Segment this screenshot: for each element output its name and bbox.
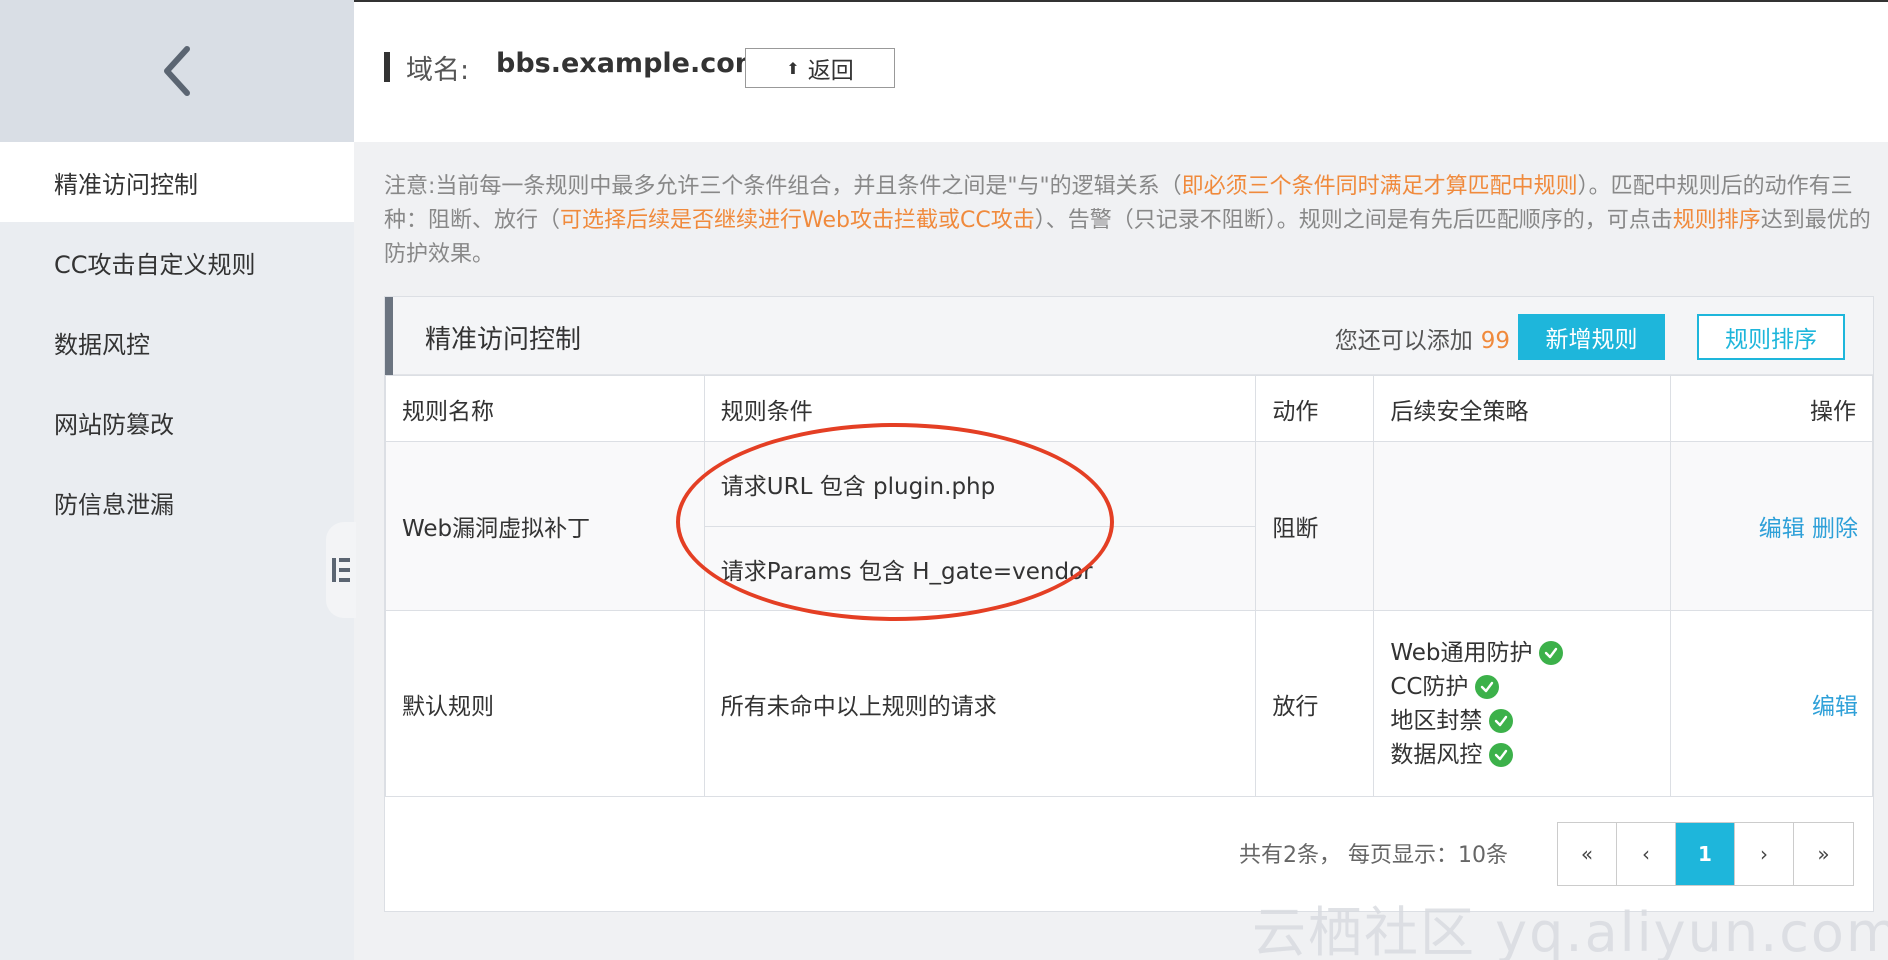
rule-operations-cell: 编辑 xyxy=(1670,610,1873,797)
check-circle-icon xyxy=(1539,640,1564,665)
policy-item: Web通用防护 xyxy=(1390,636,1670,670)
page-header: 域名: bbs.example.com ⬆ 返回 xyxy=(354,2,1888,142)
sort-rules-button[interactable]: 规则排序 xyxy=(1697,314,1845,360)
table-header-row: 规则名称 规则条件 动作 后续安全策略 操作 xyxy=(385,375,1873,442)
policy-list: Web通用防护 CC防护 地区封禁 数据风控 xyxy=(1390,636,1670,772)
edit-link[interactable]: 编辑 xyxy=(1812,694,1858,720)
add-rule-button[interactable]: 新增规则 xyxy=(1518,314,1665,360)
sidebar-item-label: CC攻击自定义规则 xyxy=(54,250,256,279)
panel-accent-bar xyxy=(385,297,393,375)
column-header-rule-name: 规则名称 xyxy=(385,375,705,442)
rule-policy-cell xyxy=(1373,441,1672,611)
pagination-next-button[interactable]: › xyxy=(1735,823,1794,885)
sidebar-item-precise-access-control[interactable]: 精准访问控制 xyxy=(0,142,354,222)
sidebar-item-label: 精准访问控制 xyxy=(54,170,198,199)
rule-action-cell: 放行 xyxy=(1255,610,1375,797)
rule-conditions-cell: 请求URL 包含 plugin.php 请求Params 包含 H_gate=v… xyxy=(703,441,1257,611)
rules-table: 规则名称 规则条件 动作 后续安全策略 操作 Web漏洞虚拟补丁 请求URL 包… xyxy=(385,375,1873,797)
header-accent-bar xyxy=(384,52,390,82)
policy-label: CC防护 xyxy=(1390,673,1469,700)
notice-highlight-1: 即必须三个条件同时满足才算匹配中规则 xyxy=(1181,174,1578,199)
column-header-conditions: 规则条件 xyxy=(703,375,1257,442)
sidebar-item-label: 网站防篡改 xyxy=(54,410,174,439)
quota-number: 99 xyxy=(1480,328,1510,354)
sidebar: 精准访问控制 CC攻击自定义规则 数据风控 网站防篡改 防信息泄漏 xyxy=(0,0,356,960)
policy-item: CC防护 xyxy=(1390,670,1670,704)
column-header-operations: 操作 xyxy=(1670,375,1873,442)
column-header-action: 动作 xyxy=(1255,375,1375,442)
check-circle-icon xyxy=(1489,742,1514,767)
pagination-page-button[interactable]: 1 xyxy=(1676,823,1735,885)
notice-highlight-2: 可选择后续是否继续进行Web攻击拦截或CC攻击 xyxy=(560,208,1035,233)
sidebar-collapse-button[interactable] xyxy=(326,522,356,618)
edit-link[interactable]: 编辑 xyxy=(1759,516,1805,542)
chevron-left-icon[interactable] xyxy=(157,41,197,101)
notice-part-1: 注意:当前每一条规则中最多允许三个条件组合，并且条件之间是"与"的逻辑关系（ xyxy=(384,174,1182,199)
policy-label: 数据风控 xyxy=(1390,741,1483,768)
rule-policy-cell: Web通用防护 CC防护 地区封禁 数据风控 xyxy=(1373,610,1672,797)
domain-value: bbs.example.com xyxy=(496,48,763,79)
rule-sort-link[interactable]: 规则排序 xyxy=(1673,208,1761,233)
panel-title: 精准访问控制 xyxy=(425,325,582,355)
rule-name-cell: Web漏洞虚拟补丁 xyxy=(385,441,705,611)
upload-icon: ⬆ xyxy=(786,58,800,78)
sidebar-header xyxy=(0,0,354,142)
rule-operations-cell: 编辑 删除 xyxy=(1670,441,1873,611)
collapse-icon xyxy=(332,558,350,582)
policy-label: 地区封禁 xyxy=(1390,707,1483,734)
table-row: 默认规则 所有未命中以上规则的请求 放行 Web通用防护 CC防护 地区封禁 数… xyxy=(385,610,1873,797)
check-circle-icon xyxy=(1475,674,1500,699)
sidebar-item-anti-tamper[interactable]: 网站防篡改 xyxy=(0,382,354,462)
pagination-info: 共有2条， 每页显示：10条 xyxy=(1239,843,1508,868)
notice-part-3: ）、告警（只记录不阻断）。规则之间是有先后匹配顺序的，可点击 xyxy=(1034,208,1673,233)
rule-conditions-cell: 所有未命中以上规则的请求 xyxy=(703,610,1257,797)
sidebar-item-anti-leak[interactable]: 防信息泄漏 xyxy=(0,462,354,542)
sidebar-item-label: 数据风控 xyxy=(54,330,150,359)
pagination-first-button[interactable]: « xyxy=(1558,823,1617,885)
sidebar-item-cc-custom-rules[interactable]: CC攻击自定义规则 xyxy=(0,222,354,302)
quota-text: 您还可以添加99条 xyxy=(1335,321,1541,355)
notice-text: 注意:当前每一条规则中最多允许三个条件组合，并且条件之间是"与"的逻辑关系（即必… xyxy=(384,170,1874,272)
panel-header: 精准访问控制 您还可以添加99条 新增规则 规则排序 xyxy=(385,297,1873,375)
pagination-prev-button[interactable]: ‹ xyxy=(1617,823,1676,885)
rule-action-cell: 阻断 xyxy=(1255,441,1375,611)
policy-label: Web通用防护 xyxy=(1390,639,1533,666)
domain-label: 域名: xyxy=(406,55,470,86)
check-circle-icon xyxy=(1489,708,1514,733)
quota-prefix: 您还可以添加 xyxy=(1334,328,1473,354)
back-button-label: 返回 xyxy=(807,58,854,84)
pagination: « ‹ 1 › » xyxy=(1557,822,1854,886)
pagination-last-button[interactable]: » xyxy=(1794,823,1853,885)
sidebar-item-data-risk-control[interactable]: 数据风控 xyxy=(0,302,354,382)
policy-item: 地区封禁 xyxy=(1390,704,1670,738)
rule-condition: 请求URL 包含 plugin.php xyxy=(720,474,996,500)
sidebar-item-label: 防信息泄漏 xyxy=(54,490,174,519)
column-header-policy: 后续安全策略 xyxy=(1373,375,1672,442)
table-row: Web漏洞虚拟补丁 请求URL 包含 plugin.php 请求Params 包… xyxy=(385,441,1873,611)
watermark: 云栖社区 yq.aliyun.com xyxy=(1252,901,1888,960)
policy-item: 数据风控 xyxy=(1390,738,1670,772)
delete-link[interactable]: 删除 xyxy=(1812,516,1858,542)
rules-panel: 精准访问控制 您还可以添加99条 新增规则 规则排序 规则名称 规则条件 动作 … xyxy=(384,296,1874,912)
rule-name-cell: 默认规则 xyxy=(385,610,705,797)
back-button[interactable]: ⬆ 返回 xyxy=(745,48,895,88)
rule-condition: 所有未命中以上规则的请求 xyxy=(720,693,997,720)
rule-condition: 请求Params 包含 H_gate=vendor xyxy=(704,526,1256,610)
